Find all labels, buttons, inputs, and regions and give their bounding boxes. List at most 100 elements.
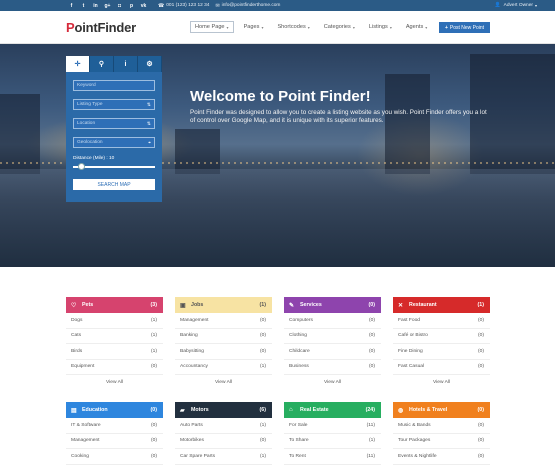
subcategory-link[interactable]: Café or Bistro	[398, 333, 428, 338]
site-logo[interactable]: PointFinder	[66, 20, 136, 35]
crosshair-icon[interactable]: ⌖	[148, 140, 151, 146]
list-item[interactable]: Dogs (1)	[66, 313, 163, 329]
subcategory-link[interactable]: Motorbikes	[180, 438, 204, 443]
subcategory-link[interactable]: Cats	[71, 333, 81, 338]
googleplus-icon[interactable]: g+	[104, 2, 111, 9]
list-item[interactable]: Management (0)	[175, 313, 272, 329]
info-icon[interactable]: i	[114, 56, 138, 72]
subcategory-link[interactable]: Music & Bands	[398, 423, 431, 428]
subcategory-link[interactable]: Equipment	[71, 364, 94, 369]
list-item[interactable]: Banking (0)	[175, 329, 272, 344]
subcategory-link[interactable]: Management	[71, 438, 100, 443]
instagram-icon[interactable]: ◘	[116, 2, 123, 9]
category-header[interactable]: ▤ Education (0)	[66, 402, 163, 418]
list-item[interactable]: Accountancy (1)	[175, 360, 272, 375]
view-all-link[interactable]: View All	[284, 375, 381, 389]
distance-slider[interactable]	[73, 163, 155, 171]
subcategory-link[interactable]: Auto Parts	[180, 423, 203, 428]
category-title[interactable]: Real Estate	[300, 407, 329, 413]
category-title[interactable]: Hotels & Travel	[409, 407, 447, 413]
list-item[interactable]: IT & Software (0)	[66, 418, 163, 434]
pinterest-icon[interactable]: p	[128, 2, 135, 9]
list-item[interactable]: Clothing (0)	[284, 329, 381, 344]
list-item[interactable]: Auto Parts (1)	[175, 418, 272, 434]
category-title[interactable]: Pets	[82, 302, 93, 308]
facebook-icon[interactable]: f	[68, 2, 75, 9]
list-item[interactable]: Equipment (0)	[66, 360, 163, 375]
subcategory-link[interactable]: Fast Food	[398, 318, 420, 323]
list-item[interactable]: Music & Bands (0)	[393, 418, 490, 434]
list-item[interactable]: Cooking (0)	[66, 449, 163, 465]
category-header[interactable]: ♡ Pets (3)	[66, 297, 163, 313]
subcategory-link[interactable]: Cooking	[71, 454, 89, 459]
subcategory-link[interactable]: Banking	[180, 333, 198, 338]
subcategory-link[interactable]: Birds	[71, 349, 82, 354]
email-address[interactable]: info@pointfinderthome.com	[222, 3, 281, 8]
subcategory-link[interactable]: Fine Dining	[398, 349, 423, 354]
list-item[interactable]: Birds (1)	[66, 344, 163, 360]
post-new-point-button[interactable]: + Post New Point	[439, 22, 490, 33]
category-header[interactable]: ⌂ Real Estate (24)	[284, 402, 381, 418]
subcategory-link[interactable]: IT & Software	[71, 423, 101, 428]
list-item[interactable]: Tour Packages (0)	[393, 434, 490, 449]
list-item[interactable]: Fast Food (0)	[393, 313, 490, 329]
nav-item-categories[interactable]: Categories ▾	[320, 21, 359, 33]
category-title[interactable]: Restaurant	[409, 302, 437, 308]
plus-icon[interactable]: ✛	[66, 56, 90, 72]
nav-item-listings[interactable]: Listings ▾	[365, 21, 396, 33]
geolocation-input[interactable]: Geolocation ⌖	[73, 137, 155, 148]
category-title[interactable]: Motors	[191, 407, 209, 413]
list-item[interactable]: Motorbikes (0)	[175, 434, 272, 449]
list-item[interactable]: Fast Casual (0)	[393, 360, 490, 375]
subcategory-link[interactable]: Business	[289, 364, 309, 369]
list-item[interactable]: Babysitting (0)	[175, 344, 272, 360]
list-item[interactable]: Café or Bistro (0)	[393, 329, 490, 344]
category-title[interactable]: Education	[82, 407, 108, 413]
category-header[interactable]: ✎ Services (0)	[284, 297, 381, 313]
list-item[interactable]: To Rent (11)	[284, 449, 381, 465]
subcategory-link[interactable]: Clothing	[289, 333, 307, 338]
subcategory-link[interactable]: To Rent	[289, 454, 306, 459]
nav-item-agents[interactable]: Agents ▾	[402, 21, 431, 33]
search-map-button[interactable]: SEARCH MAP	[73, 179, 155, 190]
list-item[interactable]: Events & Nightlife (0)	[393, 449, 490, 465]
subcategory-link[interactable]: Car Spare Parts	[180, 454, 215, 459]
search-icon[interactable]: ⚲	[90, 56, 114, 72]
list-item[interactable]: To Share (1)	[284, 434, 381, 449]
keyword-input[interactable]: Keyword	[73, 80, 155, 91]
category-title[interactable]: Jobs	[191, 302, 203, 308]
listing-type-select[interactable]: Listing Type ⇅	[73, 99, 155, 110]
list-item[interactable]: Management (0)	[66, 434, 163, 449]
twitter-icon[interactable]: t	[80, 2, 87, 9]
vk-icon[interactable]: vk	[140, 2, 147, 9]
subcategory-link[interactable]: Events & Nightlife	[398, 454, 437, 459]
view-all-link[interactable]: View All	[66, 375, 163, 389]
subcategory-link[interactable]: To Share	[289, 438, 309, 443]
category-header[interactable]: ▰ Motors (6)	[175, 402, 272, 418]
category-header[interactable]: ◍ Hotels & Travel (0)	[393, 402, 490, 418]
category-header[interactable]: ▣ Jobs (1)	[175, 297, 272, 313]
view-all-link[interactable]: View All	[175, 375, 272, 389]
email-info[interactable]: ✉ info@pointfinderthome.com	[215, 3, 280, 9]
nav-item-shortcodes[interactable]: Shortcodes ▾	[273, 21, 313, 33]
subcategory-link[interactable]: Computers	[289, 318, 313, 323]
subcategory-link[interactable]: Fast Casual	[398, 364, 424, 369]
user-name[interactable]: Advert Owner	[504, 3, 533, 8]
list-item[interactable]: Cats (1)	[66, 329, 163, 344]
view-all-link[interactable]: View All	[393, 375, 490, 389]
subcategory-link[interactable]: For Sale	[289, 423, 307, 428]
user-menu[interactable]: 👤 Advert Owner ▾	[495, 0, 537, 11]
nav-item-home-page[interactable]: Home Page ▾	[190, 21, 234, 33]
list-item[interactable]: Childcare (0)	[284, 344, 381, 360]
list-item[interactable]: Computers (0)	[284, 313, 381, 329]
slider-track[interactable]	[73, 166, 155, 168]
subcategory-link[interactable]: Accountancy	[180, 364, 208, 369]
list-item[interactable]: For Sale (11)	[284, 418, 381, 434]
linkedin-icon[interactable]: in	[92, 2, 99, 9]
subcategory-link[interactable]: Tour Packages	[398, 438, 430, 443]
subcategory-link[interactable]: Management	[180, 318, 209, 323]
settings-icon[interactable]: ⚙	[138, 56, 162, 72]
list-item[interactable]: Business (0)	[284, 360, 381, 375]
list-item[interactable]: Car Spare Parts (1)	[175, 449, 272, 465]
subcategory-link[interactable]: Babysitting	[180, 349, 204, 354]
